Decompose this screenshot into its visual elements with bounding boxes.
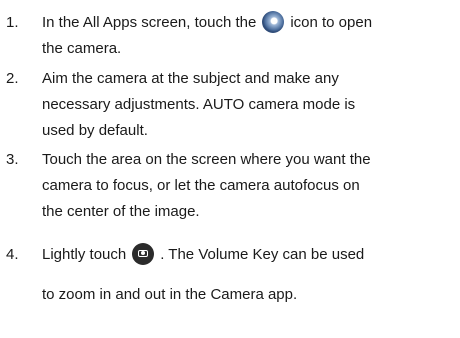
step-text-before-icon: In the All Apps screen, touch the [42, 14, 257, 31]
step-text: Lightly touch . The Volume Key can be use… [42, 238, 454, 308]
step-line: In the All Apps screen, touch the icon to… [42, 10, 454, 36]
step-line: Aim the camera at the subject and make a… [42, 70, 339, 87]
step-number: 4. [6, 246, 19, 263]
step-text-before-icon: Lightly touch [42, 246, 127, 263]
step-line: the camera. [42, 40, 122, 57]
step-text: Touch the area on the screen where you w… [42, 147, 454, 225]
step-number: 2. [6, 70, 19, 87]
step-number: 3. [6, 151, 19, 168]
step-line: the center of the image. [42, 203, 200, 220]
step-line: Lightly touch . The Volume Key can be use… [42, 238, 454, 272]
step-text-after-icon: . The Volume Key can be used [160, 246, 365, 263]
step-text-after-icon: icon to open [290, 14, 373, 31]
step-line: Touch the area on the screen where you w… [42, 151, 371, 168]
shutter-icon [132, 242, 155, 265]
step-number: 1. [6, 14, 19, 31]
step-line: necessary adjustments. AUTO camera mode … [42, 96, 356, 113]
step-text: In the All Apps screen, touch the icon to… [42, 10, 454, 62]
instruction-list: 1. In the All Apps screen, touch the icon… [0, 0, 460, 338]
step-line: camera to focus, or let the camera autof… [42, 177, 360, 194]
step-text: Aim the camera at the subject and make a… [42, 66, 454, 144]
step-line: to zoom in and out in the Camera app. [42, 286, 298, 303]
step-line: used by default. [42, 122, 148, 139]
camera-app-icon [262, 10, 285, 33]
